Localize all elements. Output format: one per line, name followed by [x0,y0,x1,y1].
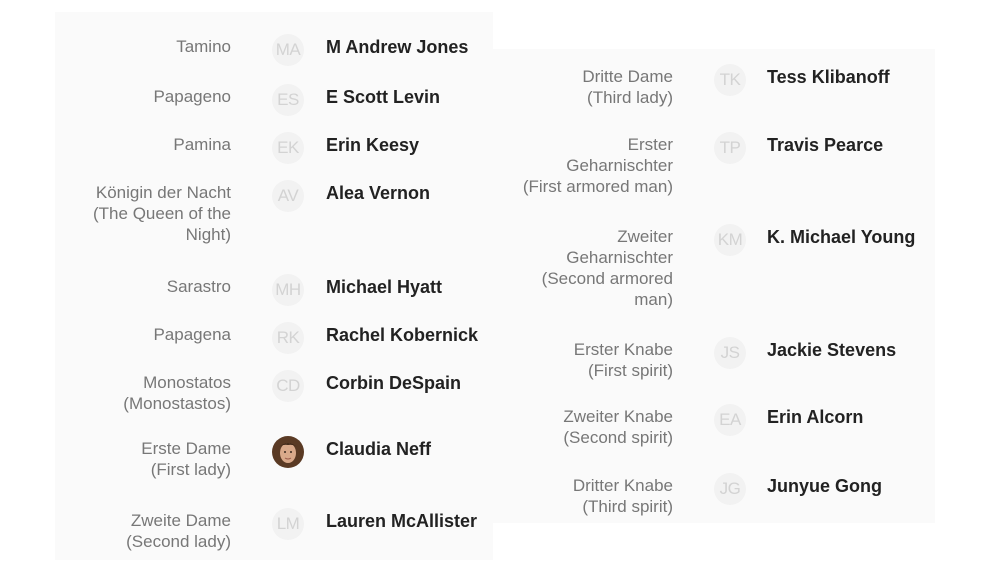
role-label: Papageno [153,87,231,106]
role-label: Erster Geharnischter (First armored man) [522,135,673,196]
performer-name: Rachel Kobernick [326,325,479,345]
performer-name: Erin Keesy [326,135,420,155]
role-label: Zweiter Geharnischter (Second armored ma… [541,227,673,309]
performer-name: Travis Pearce [767,135,884,155]
avatar-initials: MH [272,274,304,306]
avatar-initials: MA [272,34,304,66]
performer-name: M Andrew Jones [326,37,469,57]
avatar-initials: TP [714,132,746,164]
performer-name: Junyue Gong [767,476,883,496]
role-label: Zweiter Knabe (Second spirit) [563,407,673,447]
cast-list-left: Tamino MA M Andrew Jones Papageno ES E Scott … [55,12,493,560]
avatar-initials: LM [272,508,304,540]
performer-name: Lauren McAllister [326,511,478,531]
performer-name: Alea Vernon [326,183,431,203]
role-label: Dritte Dame (Third lady) [582,67,673,107]
avatar-initials: TK [714,64,746,96]
avatar-initials: KM [714,224,746,256]
role-label: Monostatos (Monostastos) [123,373,231,413]
performer-name: K. Michael Young [767,227,916,247]
role-label: Pamina [173,135,231,154]
performer-name: Jackie Stevens [767,340,897,360]
avatar-initials: EA [714,404,746,436]
performer-name: Claudia Neff [326,439,432,459]
avatar-initials: ES [272,84,304,116]
role-label: Dritter Knabe (Third spirit) [572,476,673,516]
performer-name: Corbin DeSpain [326,373,462,393]
role-label: Papagena [153,325,231,344]
avatar-initials: AV [272,180,304,212]
performer-name: Tess Klibanoff [767,67,890,87]
role-label: Sarastro [166,277,231,296]
role-label: Erster Knabe (First spirit) [573,340,673,380]
performer-name: Michael Hyatt [326,277,443,297]
role-label: Erste Dame (First lady) [141,439,231,479]
role-label: Zweite Dame (Second lady) [126,511,231,551]
avatar-initials: JS [714,337,746,369]
avatar-initials: CD [272,370,304,402]
role-label: Königin der Nacht (The Queen of the Nigh… [93,183,231,244]
avatar-initials: RK [272,322,304,354]
avatar-photo [272,436,304,468]
role-label: Tamino [176,37,231,56]
avatar-initials: JG [714,473,746,505]
performer-name: Erin Alcorn [767,407,864,427]
cast-list-right: Dritte Dame (Third lady) TK Tess Klibanoff… [493,49,935,523]
avatar-initials: EK [272,132,304,164]
performer-name: E Scott Levin [326,87,441,107]
